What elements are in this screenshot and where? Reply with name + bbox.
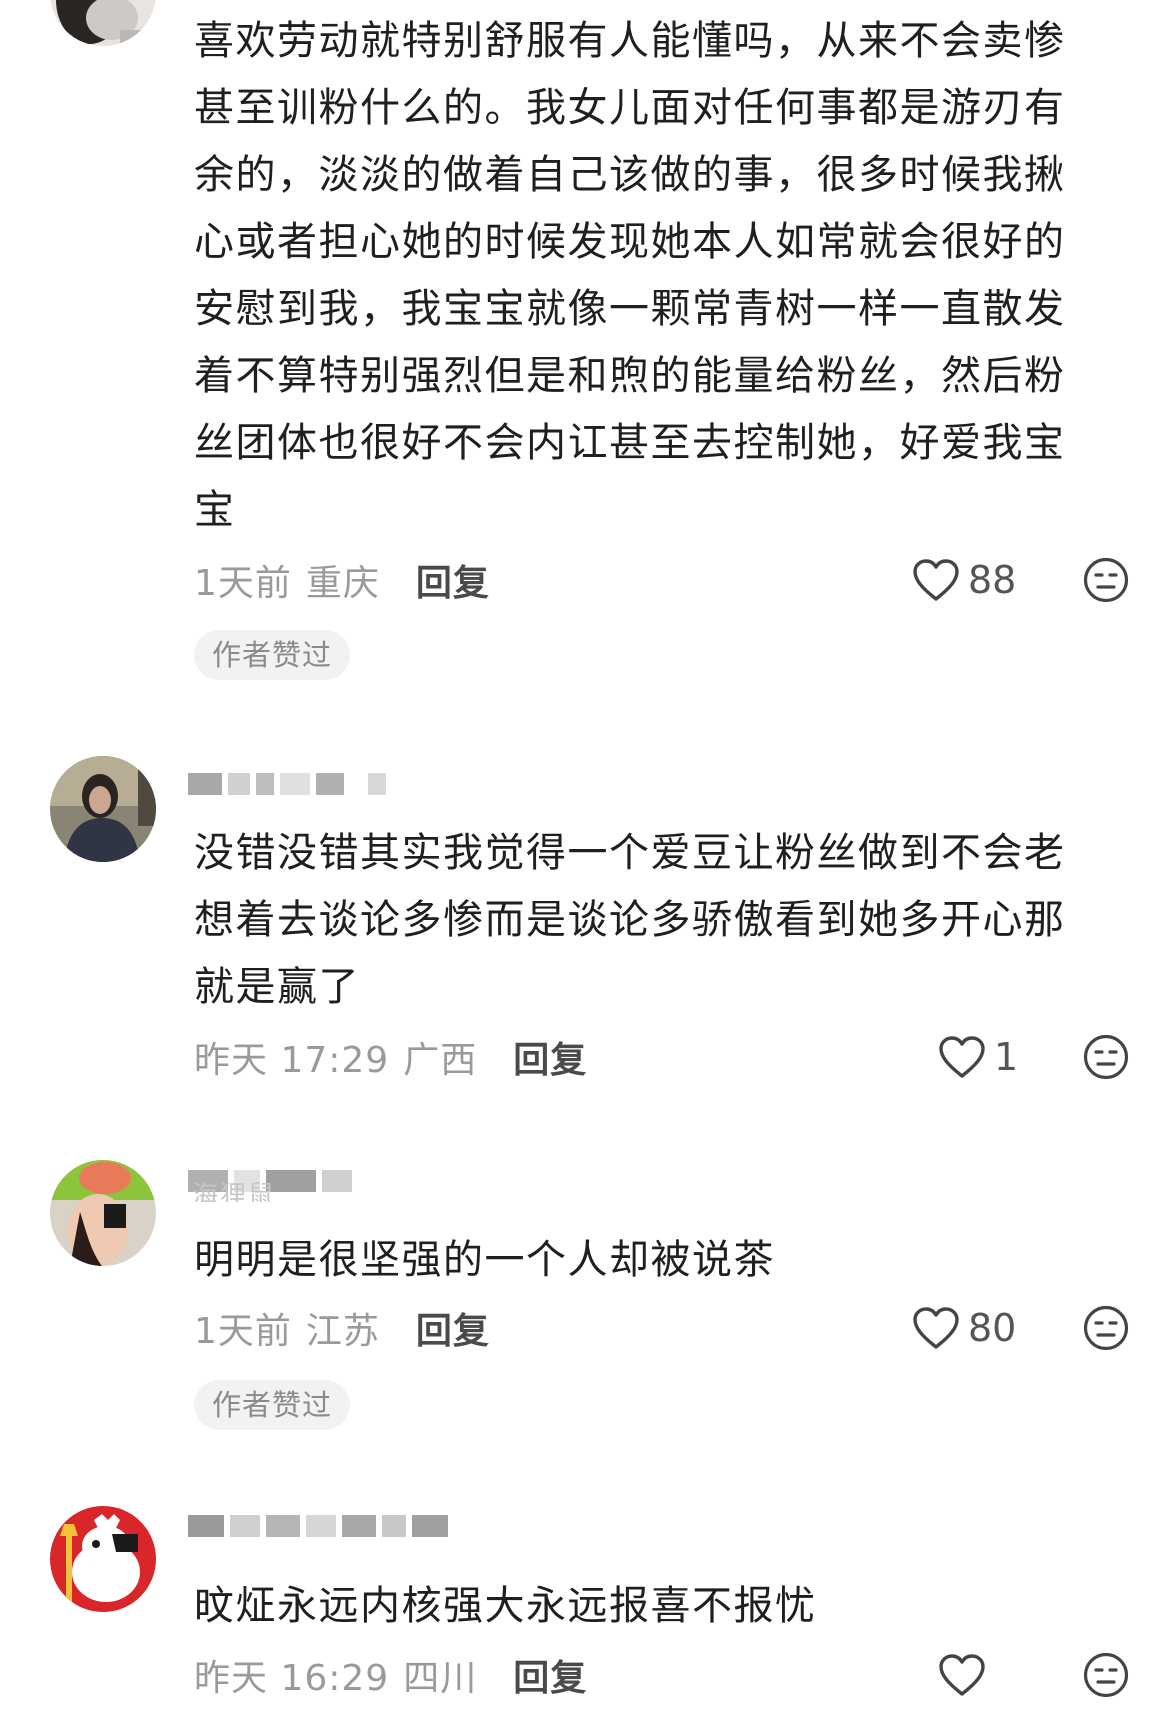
like-count: 88 <box>968 558 1017 602</box>
avatar[interactable] <box>50 1506 156 1612</box>
comment-time: 昨天 17:29 <box>194 1040 390 1081</box>
comment-meta: 1天前 江苏 回复 <box>194 1303 490 1353</box>
like-button[interactable] <box>938 1650 994 1700</box>
username-redacted[interactable] <box>188 766 386 802</box>
avatar[interactable] <box>50 756 156 862</box>
neutral-face-icon[interactable] <box>1083 557 1129 603</box>
comment-text: 没错没错其实我觉得一个爱豆让粉丝做到不会老想着去谈论多惨而是谈论多骄傲看到她多开… <box>194 830 1066 1010</box>
comment-time: 昨天 16:29 <box>194 1658 390 1699</box>
reply-button[interactable]: 回复 <box>416 554 490 606</box>
neutral-face-icon[interactable] <box>1083 1652 1129 1698</box>
avatar[interactable] <box>50 0 156 46</box>
like-count: 80 <box>968 1306 1017 1350</box>
comment-meta: 1天前 重庆 回复 <box>194 555 490 605</box>
reply-button[interactable]: 回复 <box>513 1649 587 1701</box>
comment-time: 1天前 <box>194 563 292 604</box>
neutral-face-icon[interactable] <box>1083 1305 1129 1351</box>
username-redacted[interactable] <box>188 1508 448 1544</box>
like-button[interactable]: 88 <box>912 555 1016 605</box>
comment-location: 江苏 <box>305 1311 380 1352</box>
comment-location: 重庆 <box>305 563 380 604</box>
comment-time: 1天前 <box>194 1311 292 1352</box>
comment-text: 旼炡永远内核强大永远报喜不报忧 <box>194 1583 817 1629</box>
like-button[interactable]: 1 <box>938 1032 1018 1082</box>
neutral-face-icon[interactable] <box>1083 1034 1129 1080</box>
reply-button[interactable]: 回复 <box>416 1302 490 1354</box>
comment-text: 明明是很坚强的一个人却被说茶 <box>194 1237 775 1283</box>
username-partial: 海狸鼠 <box>192 1181 277 1202</box>
avatar[interactable] <box>50 1160 156 1266</box>
reply-button[interactable]: 回复 <box>513 1031 587 1083</box>
heart-outline-icon <box>939 1654 985 1696</box>
heart-outline-icon <box>939 1036 985 1078</box>
comment-text: 喜欢劳动就特别舒服有人能懂吗，从来不会卖惨甚至训粉什么的。我女儿面对任何事都是游… <box>194 18 1066 533</box>
comment-location: 四川 <box>403 1658 478 1699</box>
like-count: 1 <box>994 1035 1019 1079</box>
comment-location: 广西 <box>403 1040 478 1081</box>
username-redacted[interactable]: 海狸鼠 <box>188 1160 352 1202</box>
author-liked-badge: 作者赞过 <box>194 1380 351 1430</box>
comment-meta: 昨天 17:29 广西 回复 <box>194 1032 587 1082</box>
like-button[interactable]: 80 <box>912 1303 1016 1353</box>
heart-outline-icon <box>913 559 959 601</box>
heart-outline-icon <box>913 1307 959 1349</box>
comment-meta: 昨天 16:29 四川 回复 <box>194 1650 587 1700</box>
author-liked-badge: 作者赞过 <box>194 630 351 680</box>
